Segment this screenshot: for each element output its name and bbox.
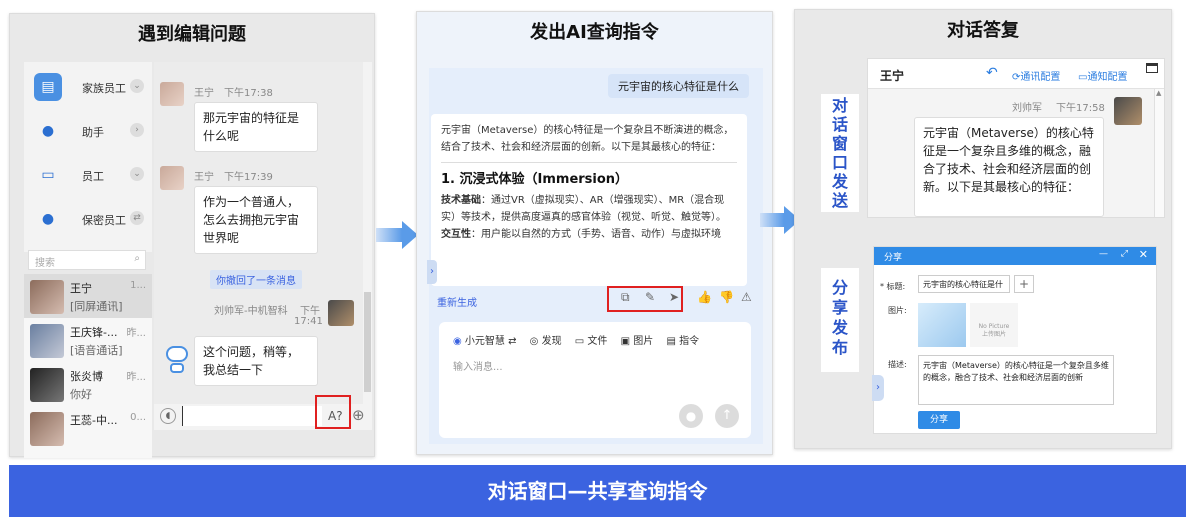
sidebar-item-family[interactable]: ▤ 家族员工 ⌄ xyxy=(24,70,152,104)
chevron-down-icon[interactable]: ⌄ xyxy=(130,79,144,93)
conversation-item[interactable]: 王庆锋-... 昨... [语音通话] xyxy=(24,318,152,362)
assistant-selector[interactable]: ◉ 小元智慧 ⇄ xyxy=(453,336,516,347)
conversation-item[interactable]: 张炎博 昨... 你好 xyxy=(24,362,152,406)
person-icon: ● xyxy=(41,123,55,139)
panel-reply: 对话答复 王宁 ↶ ⟳通讯配置 ▭通知配置 刘帅军 下午17:58 元宇宙（Me… xyxy=(794,9,1172,449)
scrollbar[interactable] xyxy=(363,62,372,404)
avatar xyxy=(30,324,64,358)
notify-config-button[interactable]: ▭通知配置 xyxy=(1078,68,1127,83)
chevron-right-icon[interactable]: › xyxy=(130,123,144,137)
answer-intro: 元宇宙（Metaverse）的核心特征是一个复杂且不断演进的概念，结合了技术、社… xyxy=(441,122,737,163)
chat-header: 王宁 ↶ ⟳通讯配置 ▭通知配置 xyxy=(868,59,1164,89)
chat-view: 元宇宙的核心特征是什么 元宇宙（Metaverse）的核心特征是一个复杂且不断演… xyxy=(427,68,763,444)
add-title-button[interactable]: + xyxy=(1014,275,1034,293)
command-button[interactable]: ▤ 指令 xyxy=(666,336,699,347)
back-icon[interactable]: ↶ xyxy=(986,65,998,81)
answer-card: 元宇宙（Metaverse）的核心特征是一个复杂且不断演进的概念，结合了技术、社… xyxy=(431,114,747,286)
mic-icon[interactable]: ● xyxy=(679,404,703,428)
image-button[interactable]: ▣ 图片 xyxy=(621,336,654,347)
avatar xyxy=(328,300,354,326)
sidebar: ▤ 家族员工 ⌄ ● 助手 › ▭ 员工 ⌄ ● 保密员工 ⇄ xyxy=(24,62,152,252)
panel-title: 对话答复 xyxy=(947,20,1019,41)
send-arrow-icon[interactable]: ↑ xyxy=(715,404,739,428)
recall-notice: 你撤回了一条消息 xyxy=(210,270,302,289)
ai-icon: ◉ xyxy=(453,336,462,347)
search-icon[interactable]: ⌕ xyxy=(134,253,140,264)
sidebar-item-secret[interactable]: ● 保密员工 ⇄ xyxy=(24,202,152,236)
conversation-list: 王宁 1... [同屏通讯] 王庆锋-... 昨... [语音通话] 张炎博 昨… xyxy=(24,274,152,458)
message-bubble: 那元宇宙的特征是什么呢 xyxy=(194,102,318,152)
no-picture-upload[interactable]: No Picture 上传图片 xyxy=(970,303,1018,347)
search-input[interactable]: 搜索 xyxy=(35,258,55,269)
share-image-thumb[interactable] xyxy=(918,303,966,347)
chevron-down-icon[interactable]: ⌄ xyxy=(130,167,144,181)
image-icon: ▣ xyxy=(620,336,631,347)
panel-title: 发出AI查询指令 xyxy=(530,22,659,43)
conversation-item[interactable]: 王宁 1... [同屏通讯] xyxy=(24,274,152,318)
message-input[interactable] xyxy=(182,406,322,426)
bottom-banner: 对话窗口—共享查询指令 xyxy=(9,465,1186,517)
scrollbar[interactable]: ▲ xyxy=(1154,89,1164,217)
avatar xyxy=(30,368,64,402)
message-bubble: 作为一个普通人，怎么去拥抱元宇宙世界呢 xyxy=(194,186,318,254)
sidebar-item-assistant[interactable]: ● 助手 › xyxy=(24,114,152,148)
answer-section-title: 1. 沉浸式体验（Immersion） xyxy=(441,172,629,187)
message-bubble: 元宇宙（Metaverse）的核心特征是一个复杂且多维的概念，融合了技术、社会和… xyxy=(914,117,1104,217)
composer-toolbar: ◉ 小元智慧 ⇄ ◎ 发现 ▭ 文件 ▣ 图片 ▤ 指令 xyxy=(453,332,699,347)
sidebar-item-staff[interactable]: ▭ 员工 ⌄ xyxy=(24,158,152,192)
highlight-box xyxy=(315,395,351,429)
add-icon[interactable]: ⊕ xyxy=(352,406,365,424)
expand-chevron-icon[interactable]: › xyxy=(427,260,437,284)
avatar xyxy=(160,82,184,106)
share-header: 分享 — ⤢ ✕ xyxy=(874,247,1156,265)
message-input[interactable]: 输入消息... xyxy=(453,358,503,373)
side-label-share: 分享发布 xyxy=(821,268,859,372)
share-title-input[interactable]: 元宇宙的核心特征是什 xyxy=(918,275,1010,293)
message-bubble: 这个问题，稍等，我总结一下 xyxy=(194,336,318,386)
answer-interaction: 交互性：用户能以自然的方式（手势、语音、动作）与虚拟环境 xyxy=(441,229,721,240)
panel-edit-problem: 遇到编辑问题 ▤ 家族员工 ⌄ ● 助手 › ▭ 员工 ⌄ ● 保密员工 ⇄ 搜… xyxy=(9,13,375,458)
voice-icon[interactable]: ◖ xyxy=(160,408,176,424)
composer: ◉ 小元智慧 ⇄ ◎ 发现 ▭ 文件 ▣ 图片 ▤ 指令 输入消息... ● ↑ xyxy=(439,322,751,438)
window-icon[interactable] xyxy=(1146,63,1158,73)
compass-icon: ◎ xyxy=(529,336,539,347)
chat-title: 王宁 xyxy=(880,69,905,83)
minimize-icon[interactable]: — xyxy=(1099,249,1108,259)
highlight-box xyxy=(607,286,683,312)
expand-chevron-icon[interactable]: › xyxy=(872,375,884,401)
avatar xyxy=(160,166,184,190)
chat-area: 王宁 下午17:38 那元宇宙的特征是什么呢 王宁 下午17:39 作为一个普通… xyxy=(154,62,372,404)
avatar xyxy=(1114,97,1142,125)
maximize-icon[interactable]: ⤢ xyxy=(1121,249,1128,259)
file-button[interactable]: ▭ 文件 xyxy=(575,336,608,347)
link-config-button[interactable]: ⟳通讯配置 xyxy=(1012,68,1060,83)
id-card-icon: ▤ xyxy=(34,73,62,101)
command-icon: ▤ xyxy=(666,336,676,347)
panel-ai-query: 发出AI查询指令 元宇宙的核心特征是什么 元宇宙（Metaverse）的核心特征… xyxy=(416,11,773,455)
thumbs-down-icon[interactable]: 👎 xyxy=(719,290,734,304)
robot-icon xyxy=(164,346,190,376)
side-label-chat-send: 对话窗口发送 xyxy=(821,94,859,212)
share-dialog: 分享 — ⤢ ✕ * 标题: 元宇宙的核心特征是什 + 图片: No Pictu… xyxy=(872,246,1157,434)
avatar xyxy=(30,412,64,446)
folder-icon: ▭ xyxy=(574,336,585,347)
conversation-item[interactable]: 王蕊-中... 0... xyxy=(24,406,152,450)
warning-icon[interactable]: ⚠ xyxy=(741,290,752,304)
thumbs-up-icon[interactable]: 👍 xyxy=(697,290,712,304)
swap-icon[interactable]: ⇄ xyxy=(130,211,144,225)
badge-icon: ▭ xyxy=(41,167,55,183)
search-box[interactable]: 搜索 ⌕ xyxy=(28,250,146,270)
share-button[interactable]: 分享 xyxy=(918,411,960,429)
answer-tech: 技术基础：通过VR（虚拟现实）、AR（增强现实）、MR（混合现实）等技术，提供高… xyxy=(441,195,726,223)
discover-button[interactable]: ◎ 发现 xyxy=(530,336,562,347)
regenerate-link[interactable]: 重新生成 xyxy=(437,294,477,309)
panel-title: 遇到编辑问题 xyxy=(138,24,246,45)
lock-person-icon: ● xyxy=(41,211,55,227)
user-query-bubble: 元宇宙的核心特征是什么 xyxy=(608,74,749,98)
avatar xyxy=(30,280,64,314)
close-icon[interactable]: ✕ xyxy=(1139,248,1148,261)
chat-window: 王宁 ↶ ⟳通讯配置 ▭通知配置 刘帅军 下午17:58 元宇宙（Metaver… xyxy=(867,58,1165,218)
share-description-input[interactable]: 元宇宙（Metaverse）的核心特征是一个复杂且多维的概念，融合了技术、社会和… xyxy=(918,355,1114,405)
banner-title: 对话窗口—共享查询指令 xyxy=(487,479,708,503)
